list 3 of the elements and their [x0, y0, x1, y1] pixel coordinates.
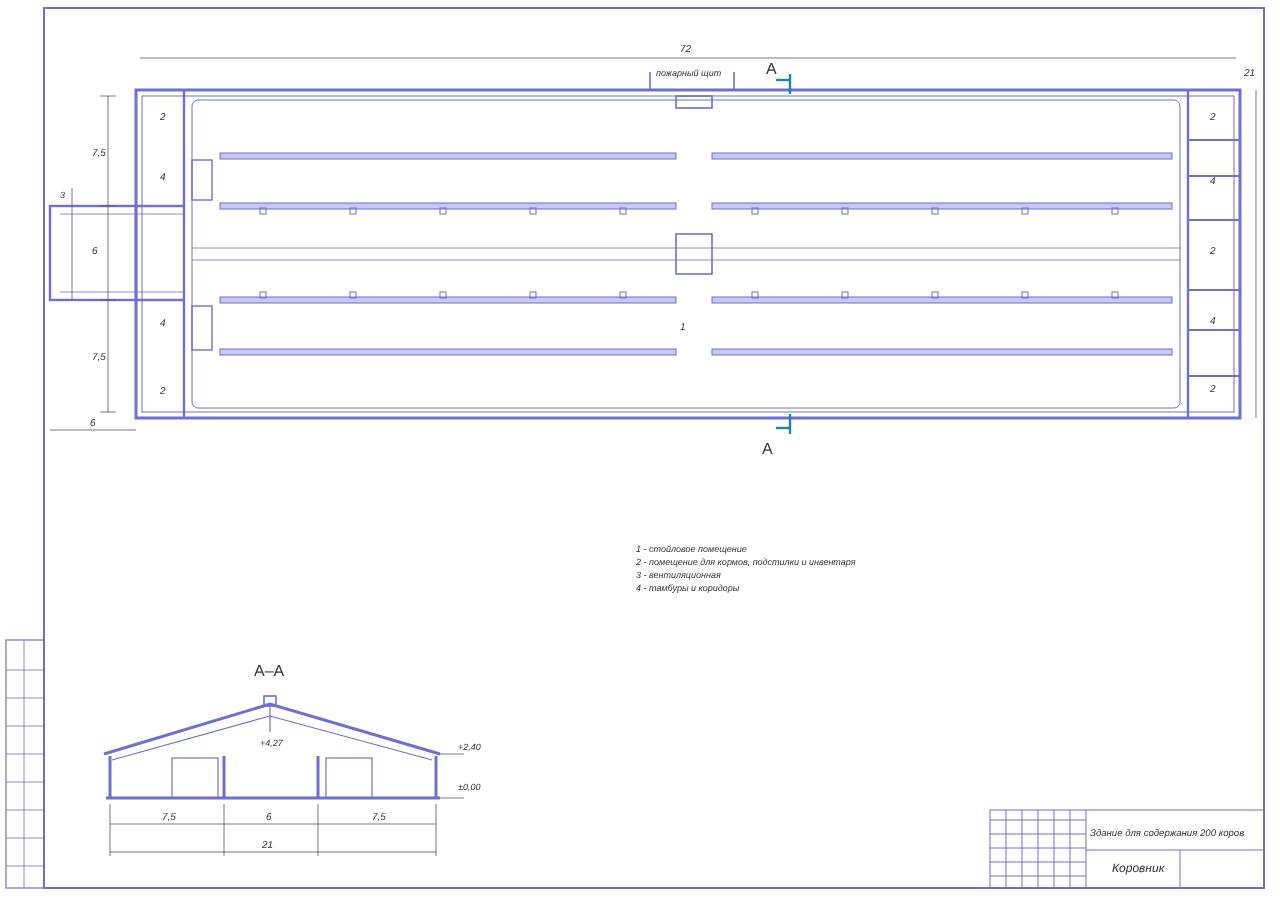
section-mark-label: А — [766, 60, 777, 78]
section-mark-label: А — [762, 440, 773, 458]
section-title: А–А — [254, 662, 285, 680]
